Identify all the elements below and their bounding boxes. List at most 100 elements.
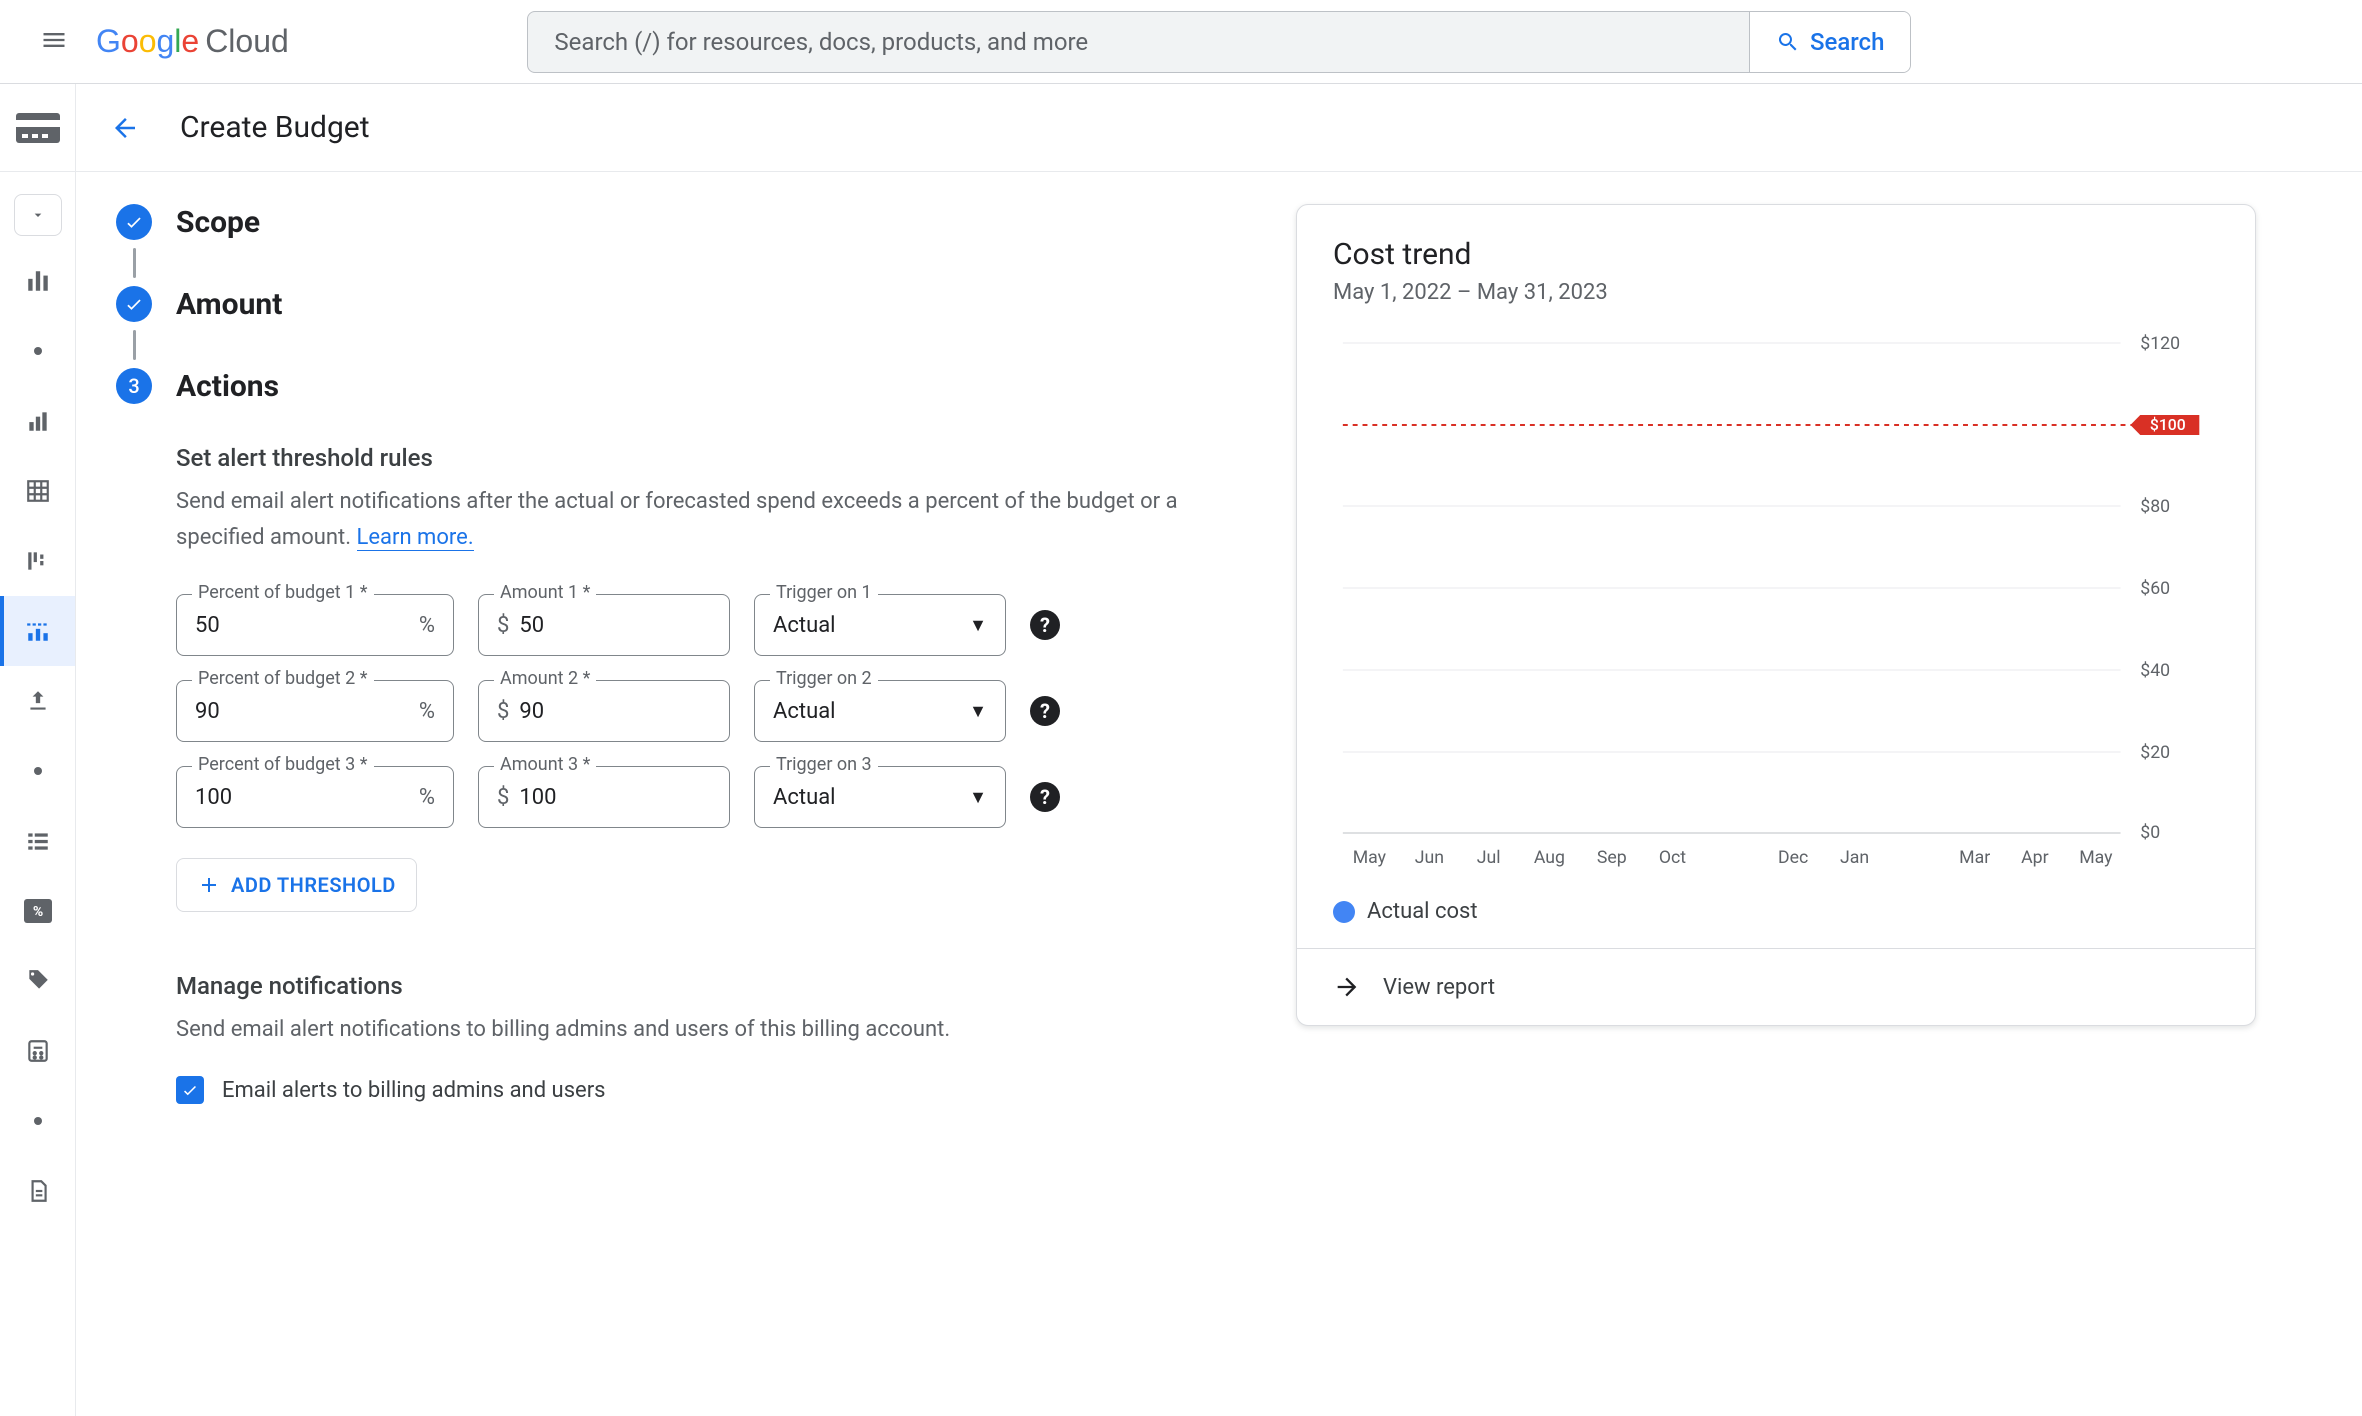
help-icon[interactable]: ? [1030, 610, 1060, 640]
threshold-grid: Percent of budget 1 * 50 % Amount 1 * [176, 594, 1236, 828]
notifications-title: Manage notifications [176, 972, 1236, 1000]
rail-item-export[interactable] [0, 666, 75, 736]
threshold-row: Percent of budget 3 * 100 % Amount 3 * [176, 766, 1236, 828]
amount-field-label: Amount 1 * [494, 582, 596, 603]
rail-item-tag[interactable] [0, 946, 75, 1016]
arrow-right-icon [1333, 973, 1361, 1001]
svg-text:Mar: Mar [1959, 847, 1990, 868]
rail-item-breakdown[interactable] [0, 526, 75, 596]
threshold-row: Percent of budget 2 * 90 % Amount 2 * [176, 680, 1236, 742]
stepper: Scope Amount 3 Actions [116, 204, 1236, 1104]
help-icon[interactable]: ? [1030, 696, 1060, 726]
step-scope[interactable]: Scope [116, 204, 1236, 240]
rail-item-calc[interactable] [0, 1016, 75, 1086]
percent-input[interactable]: 50 % [176, 594, 454, 656]
add-threshold-button[interactable]: ADD THRESHOLD [176, 858, 417, 912]
dashboard-icon [25, 268, 51, 294]
svg-text:$60: $60 [2140, 578, 2170, 599]
svg-text:Jan: Jan [1840, 847, 1869, 868]
rail-item-dot-2[interactable] [0, 736, 75, 806]
form-column: Scope Amount 3 Actions [116, 204, 1236, 1384]
caret-down-icon: ▼ [969, 701, 987, 722]
caret-down-icon: ▼ [969, 787, 987, 808]
svg-text:Aug: Aug [1534, 847, 1565, 868]
billing-product-icon[interactable] [0, 84, 75, 172]
thresholds-description: Send email alert notifications after the… [176, 484, 1236, 556]
search-icon [1776, 30, 1800, 54]
percent-input[interactable]: 100 % [176, 766, 454, 828]
trigger-field-label: Trigger on 1 [770, 582, 878, 603]
email-alerts-label: Email alerts to billing admins and users [222, 1078, 606, 1103]
step-connector [133, 248, 136, 278]
trigger-select[interactable]: Actual ▼ [754, 680, 1006, 742]
svg-text:$40: $40 [2140, 660, 2170, 681]
svg-text:%: % [32, 904, 42, 920]
svg-text:Sep: Sep [1597, 847, 1627, 868]
rail-item-table[interactable] [0, 456, 75, 526]
menu-icon[interactable] [32, 18, 76, 66]
dot-icon [34, 347, 42, 355]
search-button-label: Search [1810, 28, 1884, 56]
table-icon [25, 478, 51, 504]
back-arrow-icon[interactable] [110, 113, 140, 143]
view-report-link[interactable]: View report [1297, 948, 2255, 1025]
email-alerts-checkbox[interactable] [176, 1076, 204, 1104]
rail-item-list[interactable] [0, 806, 75, 876]
svg-text:$80: $80 [2140, 496, 2170, 517]
rail-item-docs[interactable] [0, 1156, 75, 1226]
breakdown-icon [25, 548, 51, 574]
tag-icon [25, 968, 51, 994]
step-actions: 3 Actions [116, 368, 1236, 404]
chart-date-range: May 1, 2022 – May 31, 2023 [1333, 280, 2219, 305]
amount-input[interactable]: $ 50 [478, 594, 730, 656]
legend-swatch-icon [1333, 901, 1355, 923]
plus-icon [197, 873, 221, 897]
step-amount[interactable]: Amount [116, 286, 1236, 322]
step-current-number: 3 [116, 368, 152, 404]
step-connector [133, 330, 136, 360]
caret-down-icon [30, 207, 46, 223]
rail-item-overview[interactable] [0, 246, 75, 316]
check-icon [124, 212, 144, 232]
step-done-icon [116, 286, 152, 322]
check-icon [181, 1081, 199, 1099]
rail-item-dot[interactable] [0, 316, 75, 386]
top-bar: Google Cloud Search (/) for resources, d… [0, 0, 2362, 84]
svg-text:Dec: Dec [1778, 847, 1808, 868]
amount-field-label: Amount 2 * [494, 668, 596, 689]
amount-input[interactable]: $ 100 [478, 766, 730, 828]
budgets-icon [25, 618, 51, 644]
chart-title: Cost trend [1333, 237, 2219, 272]
svg-text:$20: $20 [2140, 742, 2170, 763]
rail-item-reports[interactable] [0, 386, 75, 456]
svg-text:Oct: Oct [1659, 847, 1686, 868]
step-label: Scope [176, 205, 260, 240]
chart-plot: $100 $120 $80 $60 $40 $20 $0 May [1333, 333, 2219, 893]
search-input[interactable]: Search (/) for resources, docs, products… [528, 12, 1749, 72]
trigger-select[interactable]: Actual ▼ [754, 766, 1006, 828]
gcp-logo[interactable]: Google Cloud [96, 23, 289, 60]
side-rail: % [0, 84, 76, 1416]
rail-dropdown[interactable] [14, 194, 62, 236]
caret-down-icon: ▼ [969, 615, 987, 636]
rail-item-dot-3[interactable] [0, 1086, 75, 1156]
page-header: Create Budget [76, 84, 2362, 172]
amount-input[interactable]: $ 90 [478, 680, 730, 742]
step-label: Actions [176, 369, 279, 404]
notifications-description: Send email alert notifications to billin… [176, 1012, 1236, 1048]
dot-icon [34, 767, 42, 775]
search-button[interactable]: Search [1749, 12, 1910, 72]
rail-item-budgets[interactable] [0, 596, 75, 666]
search-placeholder: Search (/) for resources, docs, products… [554, 28, 1088, 56]
svg-text:Jul: Jul [1477, 847, 1501, 868]
thresholds-title: Set alert threshold rules [176, 444, 1236, 472]
svg-text:May: May [2079, 847, 2113, 868]
trigger-select[interactable]: Actual ▼ [754, 594, 1006, 656]
help-icon[interactable]: ? [1030, 782, 1060, 812]
rail-item-percent[interactable]: % [0, 876, 75, 946]
learn-more-link[interactable]: Learn more. [357, 525, 474, 551]
percent-field-label: Percent of budget 2 * [192, 668, 374, 689]
list-icon [25, 828, 51, 854]
percent-input[interactable]: 90 % [176, 680, 454, 742]
svg-text:$0: $0 [2140, 822, 2160, 843]
